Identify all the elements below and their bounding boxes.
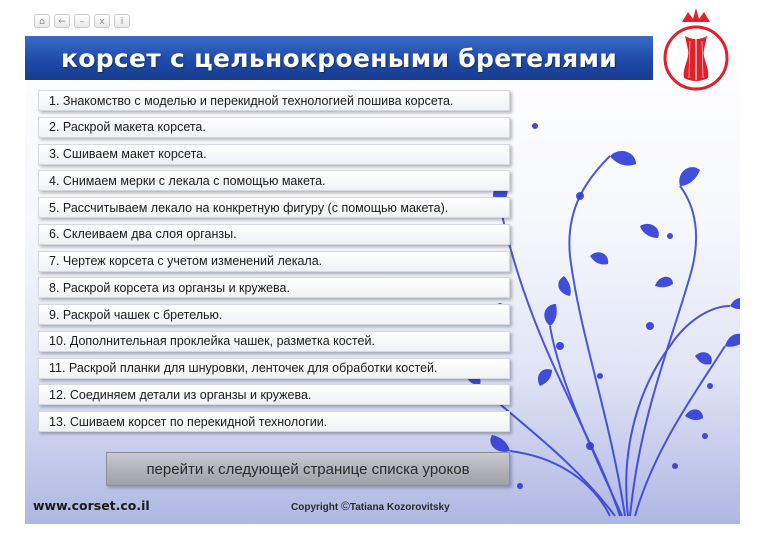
copyright-text: Copyright ©Tatiana Kozorovitsky — [291, 499, 450, 513]
lesson-item-7[interactable]: 7. Чертеж корсета с учетом изменений лек… — [38, 250, 510, 272]
lesson-item-6[interactable]: 6. Склеиваем два слоя органзы. — [38, 223, 510, 245]
lesson-item-9[interactable]: 9. Раскрой чашек с бретелью. — [38, 304, 510, 325]
title-bar: корсет с цельнокроеными бретелями — [25, 36, 653, 80]
page-title: корсет с цельнокроеными бретелями — [60, 43, 618, 73]
copyright-name: Tatiana Kozorovitsky — [349, 502, 450, 513]
site-link[interactable]: www.corset.co.il — [33, 498, 150, 513]
lesson-item-3[interactable]: 3. Сшиваем макет корсета. — [38, 143, 510, 165]
lesson-list: 1. Знакомство с моделью и перекидной тех… — [38, 90, 510, 438]
minimize-icon[interactable]: – — [74, 14, 90, 28]
copyright-symbol: © — [341, 499, 350, 513]
lesson-item-10[interactable]: 10. Дополнительная проклейка чашек, разм… — [38, 330, 510, 352]
close-icon[interactable]: x — [94, 14, 110, 28]
info-icon[interactable]: i — [114, 14, 130, 28]
lesson-item-8[interactable]: 8. Раскрой корсета из органзы и кружева. — [38, 277, 510, 299]
lesson-item-1[interactable]: 1. Знакомство с моделью и перекидной тех… — [38, 90, 510, 111]
lesson-item-11[interactable]: 11. Раскрой планки для шнуровки, ленточе… — [38, 357, 510, 379]
window-controls: ⌂ ← – x i — [34, 14, 130, 28]
lesson-item-12[interactable]: 12. Соединяем детали из органзы и кружев… — [38, 384, 510, 406]
corset-logo — [663, 8, 729, 91]
next-page-button[interactable]: перейти к следующей странице списка урок… — [106, 452, 510, 486]
lesson-item-13[interactable]: 13. Сшиваем корсет по перекидной техноло… — [38, 411, 510, 432]
lesson-item-5[interactable]: 5. Рассчитываем лекало на конкретную фиг… — [38, 197, 510, 218]
back-icon[interactable]: ← — [54, 14, 70, 28]
lesson-item-4[interactable]: 4. Снимаем мерки с лекала с помощью маке… — [38, 170, 510, 192]
copyright-prefix: Copyright — [291, 502, 341, 513]
home-icon[interactable]: ⌂ — [34, 14, 50, 28]
lesson-item-2[interactable]: 2. Раскрой макета корсета. — [38, 116, 510, 138]
